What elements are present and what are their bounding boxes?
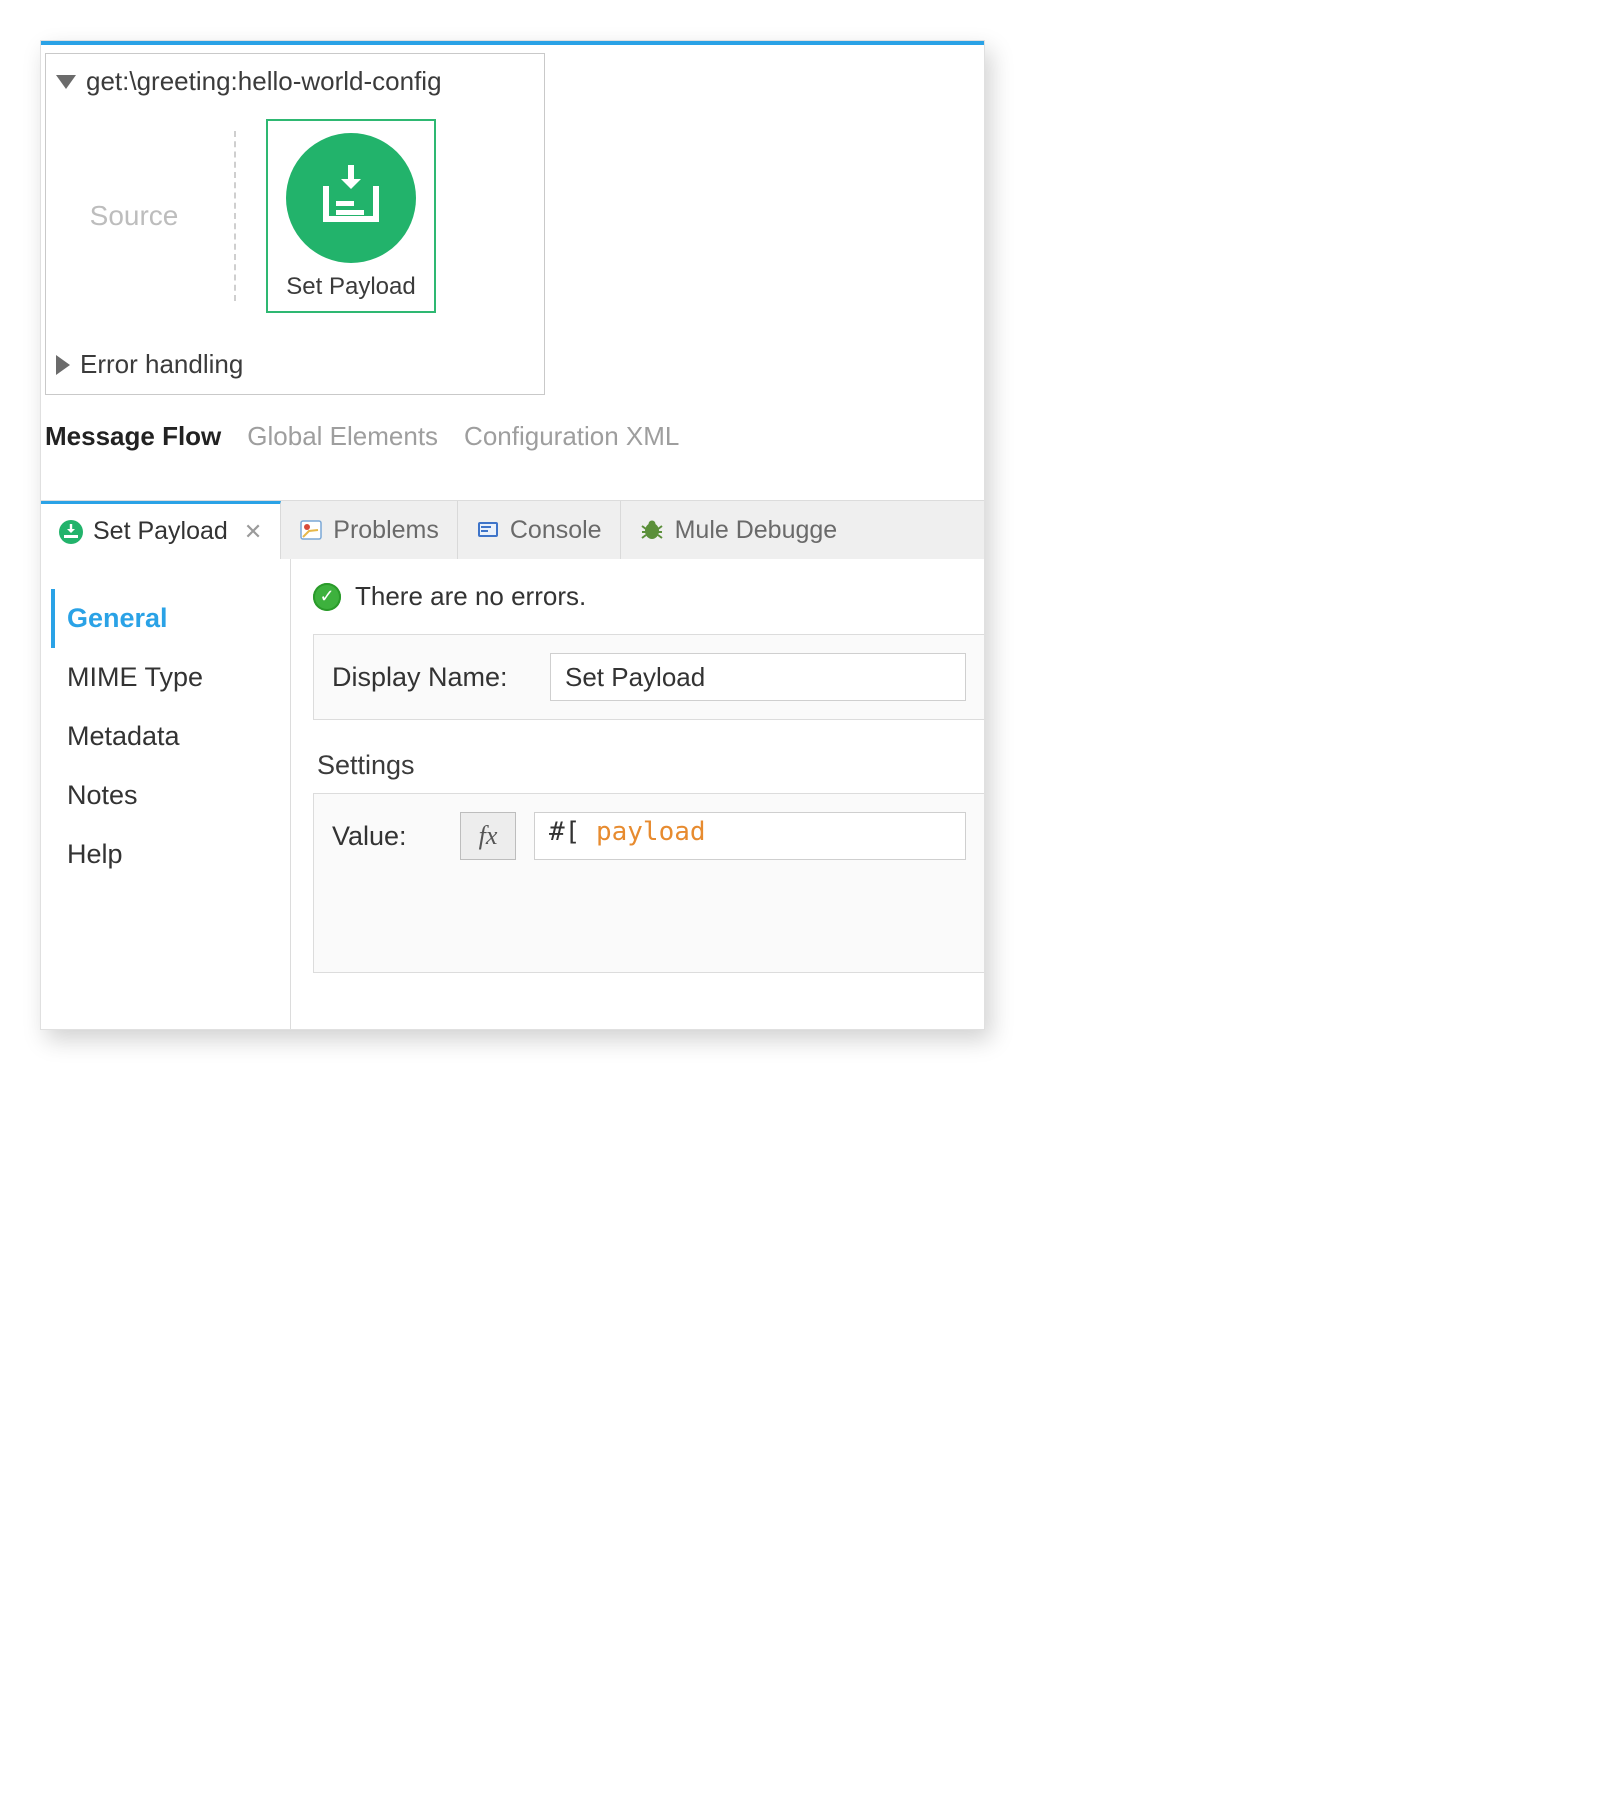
nav-metadata[interactable]: Metadata	[51, 707, 280, 766]
set-payload-tab-icon	[59, 520, 83, 544]
nav-mime-type[interactable]: MIME Type	[51, 648, 280, 707]
flow-canvas[interactable]: get:\greeting:hello-world-config Source	[41, 41, 984, 500]
tab-message-flow[interactable]: Message Flow	[45, 421, 221, 452]
value-label: Value:	[332, 821, 442, 852]
status-row: ✓ There are no errors.	[313, 581, 984, 634]
nav-general[interactable]: General	[51, 589, 280, 648]
editor-bottom-tabs: Message Flow Global Elements Configurati…	[41, 395, 984, 476]
tab-global-elements[interactable]: Global Elements	[247, 421, 438, 452]
console-icon	[476, 518, 500, 542]
flow-container[interactable]: get:\greeting:hello-world-config Source	[45, 53, 545, 395]
fx-toggle-button[interactable]: fx	[460, 812, 516, 860]
view-tab-console[interactable]: Console	[458, 501, 621, 559]
status-message: There are no errors.	[355, 581, 586, 612]
view-tab-mule-debugger[interactable]: Mule Debugge	[621, 501, 856, 559]
view-tab-set-payload[interactable]: Set Payload ✕	[41, 501, 281, 559]
bug-icon	[639, 518, 665, 542]
display-name-label: Display Name:	[332, 662, 532, 693]
processor-label: Set Payload	[286, 273, 416, 301]
processor-set-payload[interactable]: Set Payload	[266, 119, 436, 313]
view-tab-label: Console	[510, 516, 602, 545]
flow-header[interactable]: get:\greeting:hello-world-config	[56, 66, 534, 97]
view-tab-problems[interactable]: Problems	[281, 501, 458, 559]
flow-title: get:\greeting:hello-world-config	[86, 66, 442, 97]
close-icon[interactable]: ✕	[244, 519, 262, 545]
expand-icon[interactable]	[56, 355, 70, 375]
flow-source-lane[interactable]: Source	[64, 200, 204, 232]
display-name-input[interactable]	[550, 653, 966, 701]
error-handling-label: Error handling	[80, 349, 243, 380]
collapse-icon[interactable]	[56, 75, 76, 89]
nav-notes[interactable]: Notes	[51, 766, 280, 825]
value-expression-input[interactable]: #[ payload	[534, 812, 966, 860]
expr-prefix: #[	[549, 817, 580, 847]
view-tab-label: Problems	[333, 516, 439, 545]
expr-keyword: payload	[596, 817, 706, 847]
lane-divider	[234, 131, 236, 301]
problems-icon	[299, 518, 323, 542]
ide-window: get:\greeting:hello-world-config Source	[40, 40, 985, 1030]
tab-configuration-xml[interactable]: Configuration XML	[464, 421, 679, 452]
view-tabs: Set Payload ✕ Problems	[41, 501, 984, 559]
settings-section-label: Settings	[317, 750, 984, 781]
nav-help[interactable]: Help	[51, 825, 280, 884]
error-handling-section[interactable]: Error handling	[56, 349, 534, 380]
view-tab-label: Mule Debugge	[675, 516, 838, 545]
properties-form: ✓ There are no errors. Display Name: Set…	[291, 559, 984, 1029]
set-payload-icon	[286, 133, 416, 263]
view-tab-label: Set Payload	[93, 517, 228, 546]
properties-side-nav: General MIME Type Metadata Notes Help	[41, 559, 291, 1029]
properties-panel: Set Payload ✕ Problems	[41, 500, 984, 1029]
status-ok-icon: ✓	[313, 583, 341, 611]
